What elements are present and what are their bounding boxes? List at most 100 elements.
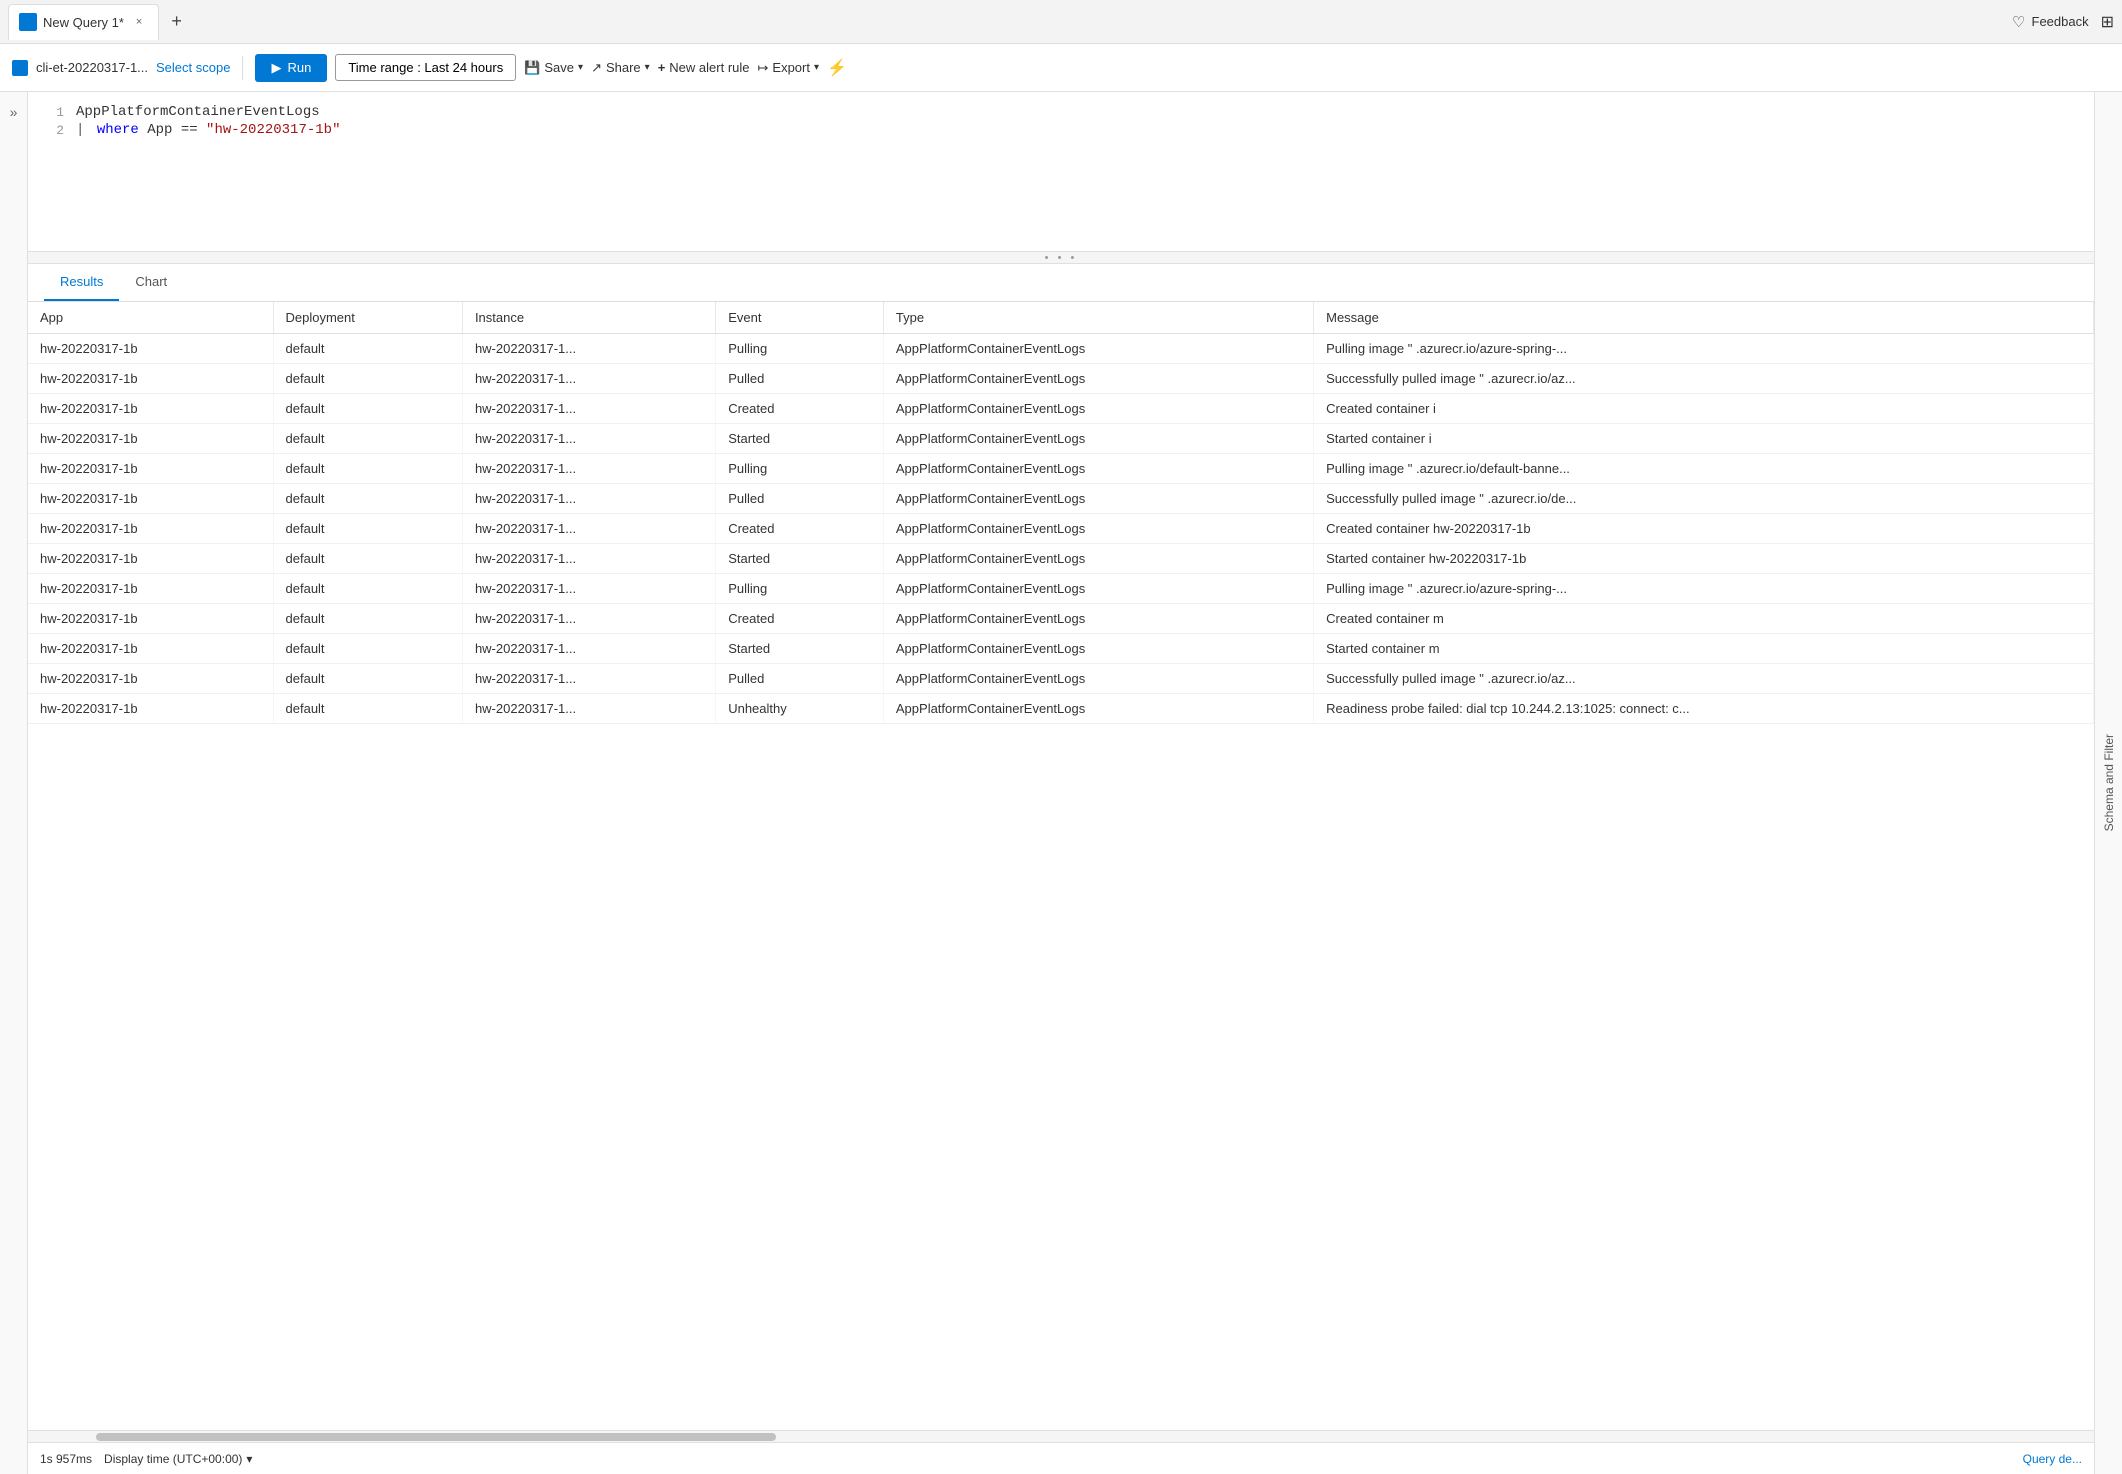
table-cell: AppPlatformContainerEventLogs bbox=[883, 664, 1313, 694]
table-cell: hw-20220317-1b bbox=[28, 544, 273, 574]
query-editor[interactable]: 1 AppPlatformContainerEventLogs 2 | wher… bbox=[28, 92, 2094, 252]
filter-icon: ⚡ bbox=[827, 60, 847, 77]
col-header-type: Type bbox=[883, 302, 1313, 334]
display-time-button[interactable]: Display time (UTC+00:00) ▾ bbox=[104, 1452, 252, 1466]
table-cell: Pulled bbox=[716, 664, 884, 694]
table-row: hw-20220317-1bdefaulthw-20220317-1...Unh… bbox=[28, 694, 2094, 724]
tab-bar: New Query 1* × + ♡ Feedback ⊞ bbox=[0, 0, 2122, 44]
col-header-message: Message bbox=[1314, 302, 2094, 334]
table-cell: hw-20220317-1b bbox=[28, 394, 273, 424]
run-button[interactable]: ▶ Run bbox=[255, 54, 327, 82]
table-cell: hw-20220317-1b bbox=[28, 574, 273, 604]
sidebar-toggle-button[interactable]: » bbox=[0, 92, 28, 1474]
table-cell: AppPlatformContainerEventLogs bbox=[883, 604, 1313, 634]
table-cell: hw-20220317-1b bbox=[28, 634, 273, 664]
share-chevron-icon: ▾ bbox=[645, 62, 650, 73]
pipe-char: | bbox=[76, 122, 84, 138]
table-cell: hw-20220317-1... bbox=[462, 664, 715, 694]
table-cell: default bbox=[273, 604, 462, 634]
azure-icon bbox=[19, 13, 37, 31]
feedback-button[interactable]: ♡ Feedback bbox=[2012, 13, 2089, 31]
display-time-label: Display time (UTC+00:00) bbox=[104, 1452, 242, 1466]
select-scope-button[interactable]: Select scope bbox=[156, 60, 230, 75]
export-button[interactable]: ↦ Export ▾ bbox=[758, 60, 820, 76]
table-cell: default bbox=[273, 364, 462, 394]
content-area: 1 AppPlatformContainerEventLogs 2 | wher… bbox=[28, 92, 2094, 1474]
code-lines: 1 AppPlatformContainerEventLogs 2 | wher… bbox=[44, 104, 2078, 138]
new-alert-label: New alert rule bbox=[669, 60, 749, 75]
horizontal-scrollbar[interactable] bbox=[28, 1430, 2094, 1442]
filter-icon-button[interactable]: ⚡ bbox=[827, 58, 847, 78]
table-cell: Pulling image " .azurecr.io/default-bann… bbox=[1314, 454, 2094, 484]
tab-results[interactable]: Results bbox=[44, 264, 119, 301]
table-header-row: App Deployment Instance Event Type Messa… bbox=[28, 302, 2094, 334]
tab-chart[interactable]: Chart bbox=[119, 264, 183, 301]
tab-close-button[interactable]: × bbox=[134, 16, 144, 28]
string-value: "hw-20220317-1b" bbox=[206, 122, 340, 138]
main-layout: » 1 AppPlatformContainerEventLogs 2 | wh… bbox=[0, 92, 2122, 1474]
share-button[interactable]: ↗ Share ▾ bbox=[591, 60, 650, 76]
table-row: hw-20220317-1bdefaulthw-20220317-1...Pul… bbox=[28, 484, 2094, 514]
tab-list: New Query 1* × + bbox=[8, 4, 190, 40]
right-sidebar[interactable]: Schema and Filter bbox=[2094, 92, 2122, 1474]
results-table-wrapper[interactable]: App Deployment Instance Event Type Messa… bbox=[28, 302, 2094, 1430]
col-header-deployment: Deployment bbox=[273, 302, 462, 334]
table-cell: AppPlatformContainerEventLogs bbox=[883, 334, 1313, 364]
table-cell: hw-20220317-1... bbox=[462, 604, 715, 634]
code-line-2: 2 | where App == "hw-20220317-1b" bbox=[44, 122, 2078, 138]
table-cell: Successfully pulled image " .azurecr.io/… bbox=[1314, 664, 2094, 694]
time-range-button[interactable]: Time range : Last 24 hours bbox=[335, 54, 516, 81]
scope-section: cli-et-20220317-1... Select scope bbox=[12, 60, 230, 76]
table-cell: default bbox=[273, 334, 462, 364]
share-icon: ↗ bbox=[591, 60, 602, 76]
table-cell: Created container i bbox=[1314, 394, 2094, 424]
grid-settings-icon[interactable]: ⊞ bbox=[2101, 12, 2114, 32]
toolbar: cli-et-20220317-1... Select scope ▶ Run … bbox=[0, 44, 2122, 92]
query-details-link[interactable]: Query de... bbox=[2023, 1452, 2082, 1466]
chevron-right-icon: » bbox=[10, 104, 18, 120]
table-cell: AppPlatformContainerEventLogs bbox=[883, 424, 1313, 454]
right-sidebar-label: Schema and Filter bbox=[2102, 734, 2116, 831]
query-tab[interactable]: New Query 1* × bbox=[8, 4, 159, 40]
table-cell: hw-20220317-1... bbox=[462, 514, 715, 544]
table-cell: Pulled bbox=[716, 484, 884, 514]
table-cell: Pulling image " .azurecr.io/azure-spring… bbox=[1314, 334, 2094, 364]
export-icon: ↦ bbox=[758, 60, 769, 76]
table-cell: hw-20220317-1b bbox=[28, 604, 273, 634]
table-cell: Started container hw-20220317-1b bbox=[1314, 544, 2094, 574]
where-keyword: where bbox=[97, 122, 139, 138]
run-icon: ▶ bbox=[271, 60, 281, 76]
table-row: hw-20220317-1bdefaulthw-20220317-1...Cre… bbox=[28, 514, 2094, 544]
table-cell: Pulling bbox=[716, 334, 884, 364]
table-cell: Started container i bbox=[1314, 424, 2094, 454]
table-cell: Pulled bbox=[716, 364, 884, 394]
new-alert-plus-icon: + bbox=[658, 60, 666, 75]
col-header-instance: Instance bbox=[462, 302, 715, 334]
save-label: Save bbox=[544, 60, 574, 75]
table-cell: AppPlatformContainerEventLogs bbox=[883, 364, 1313, 394]
table-cell: Started bbox=[716, 544, 884, 574]
new-alert-button[interactable]: + New alert rule bbox=[658, 60, 750, 75]
table-cell: AppPlatformContainerEventLogs bbox=[883, 454, 1313, 484]
table-cell: default bbox=[273, 424, 462, 454]
share-label: Share bbox=[606, 60, 641, 75]
save-chevron-icon: ▾ bbox=[578, 62, 583, 73]
save-button[interactable]: 💾 Save ▾ bbox=[524, 60, 583, 76]
table-cell: Pulling bbox=[716, 454, 884, 484]
table-cell: Created bbox=[716, 394, 884, 424]
line-number-1: 1 bbox=[44, 105, 64, 120]
feedback-label: Feedback bbox=[2032, 14, 2089, 29]
new-tab-button[interactable]: + bbox=[163, 11, 190, 32]
table-cell: default bbox=[273, 454, 462, 484]
table-cell: default bbox=[273, 694, 462, 724]
table-row: hw-20220317-1bdefaulthw-20220317-1...Pul… bbox=[28, 574, 2094, 604]
table-cell: hw-20220317-1b bbox=[28, 664, 273, 694]
table-cell: Created container m bbox=[1314, 604, 2094, 634]
resize-handle[interactable]: • • • bbox=[28, 252, 2094, 264]
col-header-event: Event bbox=[716, 302, 884, 334]
table-cell: hw-20220317-1b bbox=[28, 484, 273, 514]
table-row: hw-20220317-1bdefaulthw-20220317-1...Pul… bbox=[28, 364, 2094, 394]
table-cell: Started container m bbox=[1314, 634, 2094, 664]
save-icon: 💾 bbox=[524, 60, 540, 76]
display-time-chevron-icon: ▾ bbox=[246, 1452, 252, 1466]
